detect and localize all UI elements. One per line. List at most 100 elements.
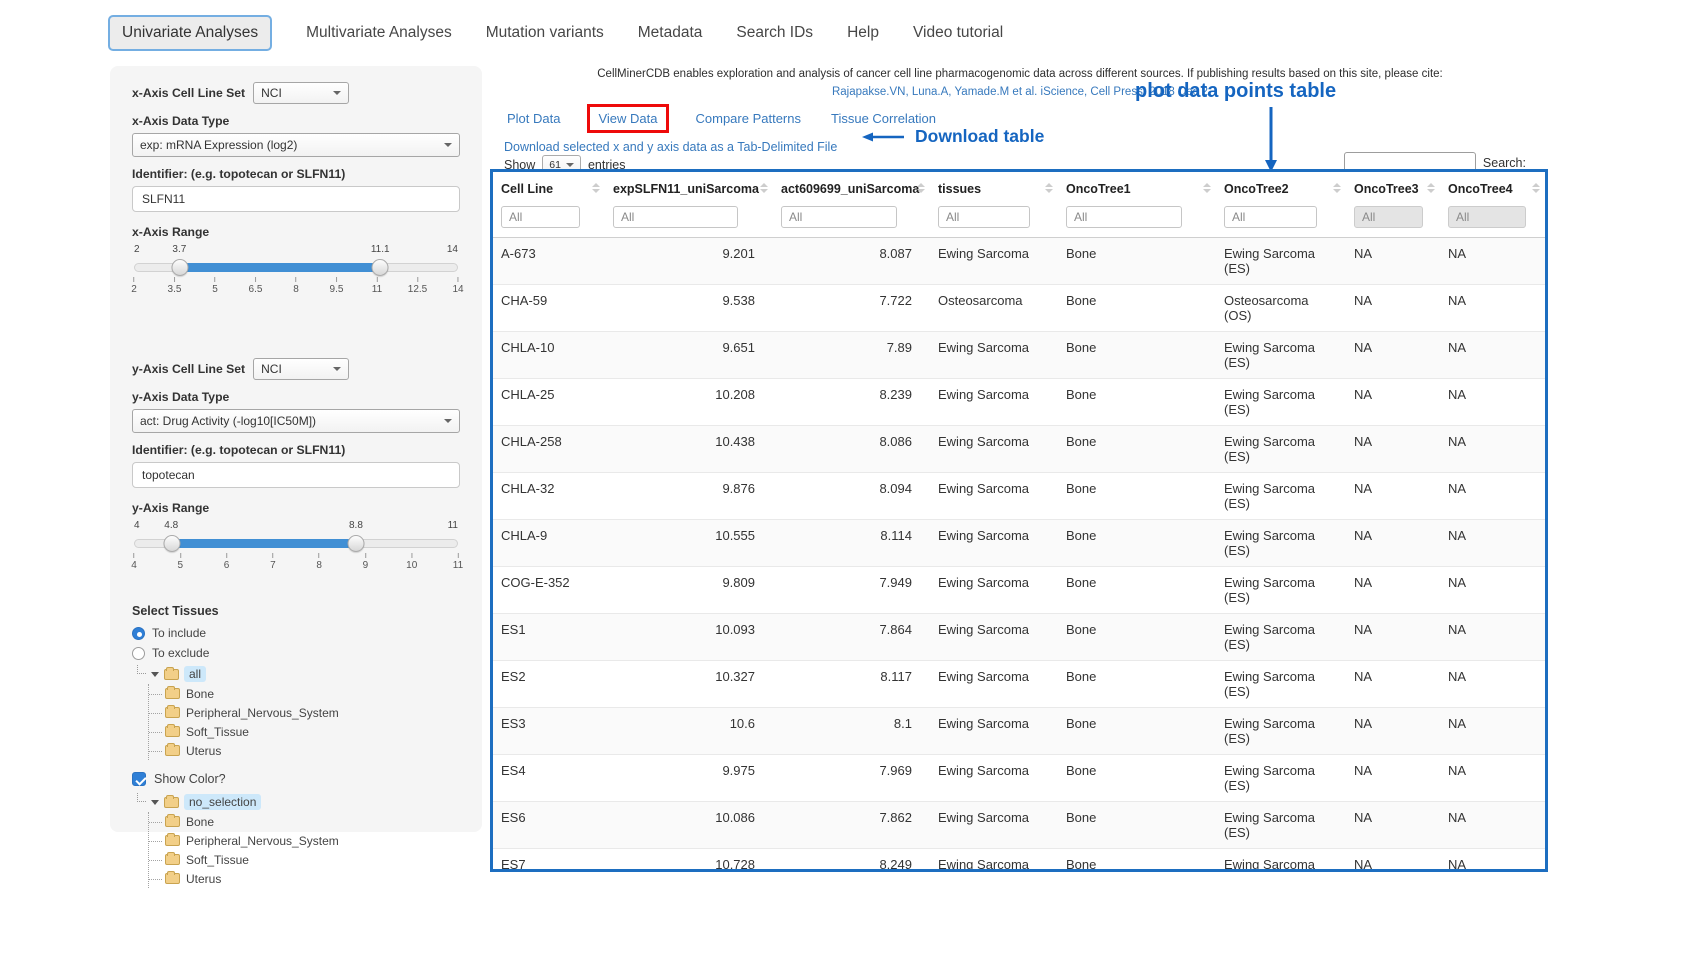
slider-handle-high[interactable]	[347, 535, 364, 552]
tree-root-label[interactable]: no_selection	[184, 794, 261, 810]
caret-down-icon[interactable]	[151, 800, 159, 805]
filter-input-act609699-unisarcoma[interactable]	[781, 206, 897, 228]
slider-tick: 4	[131, 553, 137, 571]
filter-input-cell-line[interactable]	[501, 206, 580, 228]
tab-plot-data[interactable]: Plot Data	[504, 106, 563, 131]
tree-root-no-selection[interactable]: no_selection	[134, 794, 460, 810]
tree-root-label[interactable]: all	[184, 666, 206, 682]
cell-cell-line: ES3	[493, 708, 605, 755]
filter-input-oncotree1[interactable]	[1066, 206, 1182, 228]
x-identifier-input[interactable]	[132, 186, 460, 212]
tree-root-all[interactable]: all	[134, 666, 460, 682]
y-identifier-input[interactable]	[132, 462, 460, 488]
cell-cell-line: ES7	[493, 849, 605, 873]
sort-icon[interactable]	[592, 183, 600, 193]
table-row[interactable]: COG-E-3529.8097.949Ewing SarcomaBoneEwin…	[493, 567, 1545, 614]
cell-act609699-unisarcoma: 8.087	[773, 238, 930, 285]
slider-handle-low[interactable]	[172, 259, 189, 276]
filter-input-oncotree3[interactable]	[1354, 206, 1423, 228]
folder-icon	[164, 669, 179, 680]
column-header-oncotree3[interactable]: OncoTree3	[1346, 172, 1440, 204]
column-header-oncotree2[interactable]: OncoTree2	[1216, 172, 1346, 204]
tree-item-uterus[interactable]: Uterus	[149, 869, 460, 888]
table-row[interactable]: ES310.68.1Ewing SarcomaBoneEwing Sarcoma…	[493, 708, 1545, 755]
table-row[interactable]: ES210.3278.117Ewing SarcomaBoneEwing Sar…	[493, 661, 1545, 708]
column-header-cell-line[interactable]: Cell Line	[493, 172, 605, 204]
cell-tissues: Ewing Sarcoma	[930, 614, 1058, 661]
column-header-oncotree4[interactable]: OncoTree4	[1440, 172, 1545, 204]
table-row[interactable]: CHLA-25810.4388.086Ewing SarcomaBoneEwin…	[493, 426, 1545, 473]
sort-icon[interactable]	[1532, 183, 1540, 193]
x-cell-line-set-select[interactable]: NCI	[253, 82, 349, 104]
nav-tab-search-ids[interactable]: Search IDs	[736, 24, 813, 42]
tree-item-bone[interactable]: Bone	[149, 812, 460, 831]
y-data-type-select[interactable]: act: Drug Activity (-log10[IC50M])	[132, 409, 460, 433]
cell-oncotree4: NA	[1440, 332, 1545, 379]
table-row[interactable]: CHLA-109.6517.89Ewing SarcomaBoneEwing S…	[493, 332, 1545, 379]
download-link[interactable]: Download selected x and y axis data as a…	[504, 140, 837, 154]
column-header-label: expSLFN11_uniSarcoma	[613, 182, 759, 196]
tree-item-soft-tissue[interactable]: Soft_Tissue	[149, 722, 460, 741]
sort-icon[interactable]	[1045, 183, 1053, 193]
column-header-oncotree1[interactable]: OncoTree1	[1058, 172, 1216, 204]
tree-item-uterus[interactable]: Uterus	[149, 741, 460, 760]
x-data-type-label: x-Axis Data Type	[132, 114, 460, 128]
y-cell-line-set-select[interactable]: NCI	[253, 358, 349, 380]
caret-down-icon[interactable]	[151, 672, 159, 677]
x-cell-line-set-label: x-Axis Cell Line Set	[132, 86, 245, 100]
cell-oncotree4: NA	[1440, 426, 1545, 473]
citation-link[interactable]: Rajapakse.VN, Luna.A, Yamade.M et al. iS…	[490, 86, 1550, 98]
cell-tissues: Ewing Sarcoma	[930, 802, 1058, 849]
table-row[interactable]: CHA-599.5387.722OsteosarcomaBoneOsteosar…	[493, 285, 1545, 332]
tab-compare-patterns[interactable]: Compare Patterns	[693, 106, 805, 131]
nav-tab-help[interactable]: Help	[847, 24, 879, 42]
cell-cell-line: CHLA-25	[493, 379, 605, 426]
tree-item-bone[interactable]: Bone	[149, 684, 460, 703]
table-row[interactable]: ES110.0937.864Ewing SarcomaBoneEwing Sar…	[493, 614, 1545, 661]
table-row[interactable]: CHLA-910.5558.114Ewing SarcomaBoneEwing …	[493, 520, 1545, 567]
table-row[interactable]: ES610.0867.862Ewing SarcomaBoneEwing Sar…	[493, 802, 1545, 849]
tree-item-peripheral-nervous-system[interactable]: Peripheral_Nervous_System	[149, 703, 460, 722]
slider-track[interactable]	[134, 263, 458, 272]
nav-tab-video-tutorial[interactable]: Video tutorial	[913, 24, 1003, 42]
show-color-checkbox-row[interactable]: Show Color?	[132, 772, 460, 786]
filter-input-oncotree4[interactable]	[1448, 206, 1526, 228]
checkbox-checked-icon[interactable]	[132, 772, 146, 786]
cell-expslfn11-unisarcoma: 10.728	[605, 849, 773, 873]
filter-input-oncotree2[interactable]	[1224, 206, 1317, 228]
sort-icon[interactable]	[760, 183, 768, 193]
nav-tab-multivariate-analyses[interactable]: Multivariate Analyses	[306, 24, 452, 42]
sort-icon[interactable]	[1427, 183, 1435, 193]
column-header-expslfn11-unisarcoma[interactable]: expSLFN11_uniSarcoma	[605, 172, 773, 204]
table-row[interactable]: A-6739.2018.087Ewing SarcomaBoneEwing Sa…	[493, 238, 1545, 285]
slider-handle-low[interactable]	[164, 535, 181, 552]
column-header-tissues[interactable]: tissues	[930, 172, 1058, 204]
sort-icon[interactable]	[1333, 183, 1341, 193]
table-row[interactable]: ES49.9757.969Ewing SarcomaBoneEwing Sarc…	[493, 755, 1545, 802]
table-row[interactable]: ES710.7288.249Ewing SarcomaBoneEwing Sar…	[493, 849, 1545, 873]
cell-oncotree2: Ewing Sarcoma (ES)	[1216, 238, 1346, 285]
sort-icon[interactable]	[917, 183, 925, 193]
cell-oncotree2: Ewing Sarcoma (ES)	[1216, 567, 1346, 614]
x-data-type-select[interactable]: exp: mRNA Expression (log2)	[132, 133, 460, 157]
table-row[interactable]: CHLA-2510.2088.239Ewing SarcomaBoneEwing…	[493, 379, 1545, 426]
cell-oncotree1: Bone	[1058, 661, 1216, 708]
sort-icon[interactable]	[1203, 183, 1211, 193]
cell-oncotree4: NA	[1440, 802, 1545, 849]
tree-item-soft-tissue[interactable]: Soft_Tissue	[149, 850, 460, 869]
filter-input-expslfn11-unisarcoma[interactable]	[613, 206, 738, 228]
filter-input-tissues[interactable]	[938, 206, 1030, 228]
cell-oncotree1: Bone	[1058, 614, 1216, 661]
radio-to-include[interactable]: To include	[132, 626, 460, 640]
cell-cell-line: CHLA-32	[493, 473, 605, 520]
table-row[interactable]: CHLA-329.8768.094Ewing SarcomaBoneEwing …	[493, 473, 1545, 520]
tab-view-data[interactable]: View Data	[587, 104, 668, 133]
tree-item-peripheral-nervous-system[interactable]: Peripheral_Nervous_System	[149, 831, 460, 850]
slider-handle-high[interactable]	[371, 259, 388, 276]
nav-tab-metadata[interactable]: Metadata	[638, 24, 703, 42]
nav-tab-univariate-analyses[interactable]: Univariate Analyses	[108, 15, 272, 51]
radio-to-exclude[interactable]: To exclude	[132, 646, 460, 660]
nav-tab-mutation-variants[interactable]: Mutation variants	[486, 24, 604, 42]
column-header-act609699-unisarcoma[interactable]: act609699_uniSarcoma	[773, 172, 930, 204]
slider-track[interactable]	[134, 539, 458, 548]
